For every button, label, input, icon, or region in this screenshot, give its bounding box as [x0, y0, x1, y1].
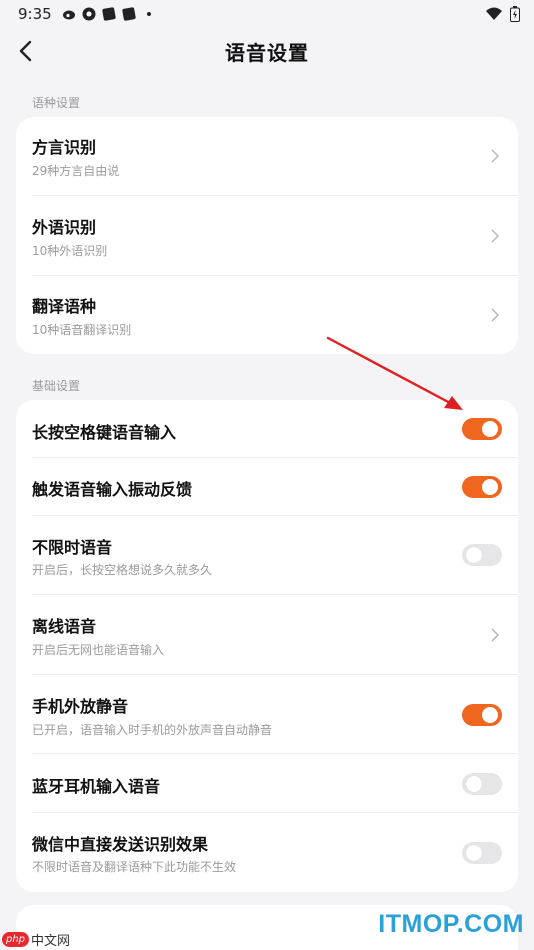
status-bar: 9:35	[0, 0, 534, 28]
toggle-knob	[466, 776, 482, 792]
itmop-watermark: ITMOP.COM	[378, 910, 524, 938]
red-arrow-annotation	[326, 336, 463, 410]
long-press-space-toggle[interactable]	[462, 418, 502, 440]
row-subtitle: 开启后无网也能语音输入	[32, 643, 165, 657]
setting-row-wechat-direct-send[interactable]: 微信中直接发送识别效果 不限时语音及翻译语种下此功能不生效	[16, 813, 518, 892]
setting-row-speaker-mute[interactable]: 手机外放静音 已开启，语音输入时手机的外放声音自动静音	[16, 675, 518, 754]
notification-icons	[62, 7, 156, 21]
section-label-basic: 基础设置	[32, 379, 81, 393]
setting-row-offline-voice[interactable]: 离线语音 开启后无网也能语音输入	[16, 595, 518, 674]
app-icon	[102, 7, 116, 21]
toggle-knob	[482, 479, 498, 495]
row-title: 微信中直接发送识别效果	[32, 835, 209, 854]
setting-row-foreign-language[interactable]: 外语识别 10种外语识别	[16, 196, 518, 275]
wechat-direct-send-toggle[interactable]	[462, 842, 502, 864]
row-title: 不限时语音	[32, 538, 113, 557]
chevron-right-icon	[491, 308, 500, 322]
row-title: 方言识别	[32, 138, 97, 157]
row-subtitle: 开启后，长按空格想说多久就多久	[32, 563, 213, 577]
battery-icon	[510, 6, 520, 22]
section-label-language: 语种设置	[32, 96, 81, 110]
toggle-knob	[466, 845, 482, 861]
speaker-mute-toggle[interactable]	[462, 704, 502, 726]
php-logo: php	[2, 932, 30, 947]
setting-row-vibration-feedback[interactable]: 触发语音输入振动反馈	[16, 458, 518, 515]
language-settings-card: 方言识别 29种方言自由说 外语识别 10种外语识别 翻译语种 10种语音翻译识…	[16, 117, 518, 354]
basic-settings-card: 长按空格键语音输入 触发语音输入振动反馈 不限时语音 开启后，长按空格想说多久就…	[16, 400, 518, 892]
toggle-knob	[466, 547, 482, 563]
row-title: 蓝牙耳机输入语音	[32, 777, 161, 796]
page-title: 语音设置	[225, 40, 309, 65]
setting-row-unlimited-voice[interactable]: 不限时语音 开启后，长按空格想说多久就多久	[16, 516, 518, 595]
php-watermark-text: 中文网	[31, 934, 71, 949]
php-watermark: php 中文网	[2, 930, 70, 949]
setting-row-dialect[interactable]: 方言识别 29种方言自由说	[16, 117, 518, 196]
chevron-right-icon	[491, 149, 500, 163]
row-title: 手机外放静音	[32, 697, 129, 716]
wifi-icon	[486, 7, 502, 20]
more-notifications-icon	[146, 12, 151, 16]
system-icons	[486, 6, 520, 22]
app-icon	[122, 7, 136, 21]
row-subtitle: 已开启，语音输入时手机的外放声音自动静音	[32, 723, 273, 737]
row-title: 离线语音	[32, 617, 97, 636]
row-subtitle: 10种语音翻译识别	[32, 323, 132, 337]
setting-row-bluetooth-headset[interactable]: 蓝牙耳机输入语音	[16, 754, 518, 811]
toggle-knob	[482, 421, 498, 437]
chevron-right-icon	[491, 628, 500, 642]
back-arrow-icon[interactable]	[14, 38, 40, 64]
page-header: 语音设置	[0, 28, 534, 74]
chevron-right-icon	[491, 229, 500, 243]
row-title: 触发语音输入振动反馈	[32, 480, 193, 499]
row-subtitle: 不限时语音及翻译语种下此功能不生效	[32, 860, 237, 874]
toggle-knob	[482, 707, 498, 723]
row-title: 外语识别	[32, 218, 97, 237]
status-time: 9:35	[18, 5, 52, 23]
unlimited-voice-toggle[interactable]	[462, 544, 502, 566]
weibo-icon	[62, 10, 75, 20]
row-subtitle: 10种外语识别	[32, 244, 108, 258]
row-title: 长按空格键语音输入	[32, 423, 177, 442]
bluetooth-headset-toggle[interactable]	[462, 773, 502, 795]
vibration-feedback-toggle[interactable]	[462, 476, 502, 498]
row-subtitle: 29种方言自由说	[32, 164, 120, 178]
aperture-icon	[82, 7, 96, 21]
row-title: 翻译语种	[32, 297, 97, 316]
